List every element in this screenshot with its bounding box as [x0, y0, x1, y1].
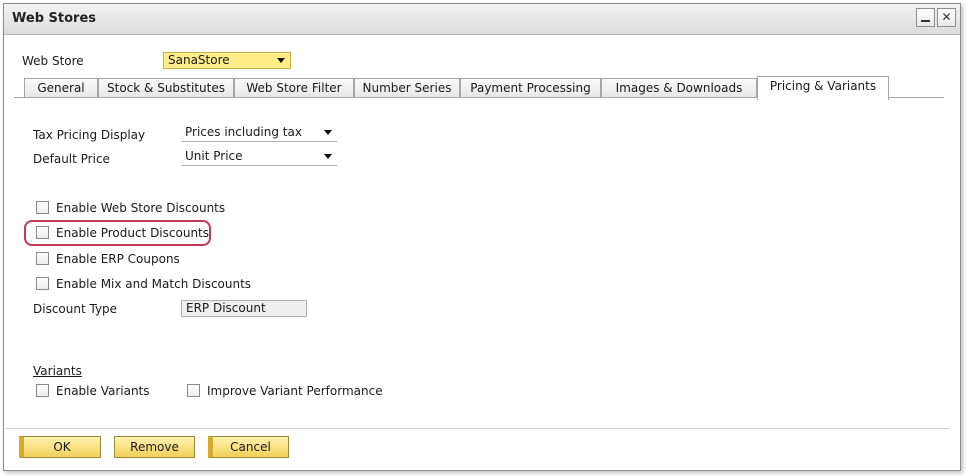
cancel-button[interactable]: Cancel — [208, 436, 289, 458]
close-icon: ✕ — [941, 10, 952, 24]
product-discounts-label: Enable Product Discounts — [56, 226, 209, 240]
tab-web-store-filter[interactable]: Web Store Filter — [234, 78, 354, 98]
tab-pricing-variants[interactable]: Pricing & Variants — [757, 76, 889, 100]
web-store-dropdown[interactable]: SanaStore — [163, 52, 291, 69]
tab-label: Web Store Filter — [246, 81, 342, 95]
variants-section-title: Variants — [33, 364, 82, 378]
tab-number-series[interactable]: Number Series — [354, 78, 460, 98]
minimize-button[interactable] — [916, 8, 935, 27]
improve-variant-performance-label: Improve Variant Performance — [207, 384, 383, 398]
product-discounts-checkbox[interactable] — [36, 226, 49, 239]
chevron-down-icon — [324, 130, 332, 135]
tab-label: Number Series — [362, 81, 452, 95]
erp-coupons-checkbox[interactable] — [36, 252, 49, 265]
web-store-discounts-checkbox[interactable] — [36, 201, 49, 214]
web-store-label: Web Store — [22, 54, 84, 68]
minimize-icon — [921, 20, 930, 22]
tab-label: Payment Processing — [470, 81, 591, 95]
remove-button[interactable]: Remove — [114, 436, 195, 458]
tab-general[interactable]: General — [24, 78, 98, 98]
window-title: Web Stores — [12, 11, 96, 26]
ok-button-label: OK — [53, 440, 71, 454]
footer-divider — [6, 428, 950, 429]
tab-label: Stock & Substitutes — [107, 81, 225, 95]
tab-label: General — [37, 81, 85, 95]
web-store-discounts-label: Enable Web Store Discounts — [56, 201, 226, 215]
discount-type-value: ERP Discount — [186, 301, 266, 315]
ok-button[interactable]: OK — [19, 436, 101, 458]
default-price-dropdown[interactable]: Unit Price — [181, 149, 337, 166]
remove-button-label: Remove — [130, 440, 179, 454]
improve-variant-performance-checkbox[interactable] — [187, 384, 200, 397]
tab-label: Pricing & Variants — [769, 79, 877, 93]
enable-variants-checkbox[interactable] — [36, 384, 49, 397]
cancel-button-label: Cancel — [230, 440, 271, 454]
tab-stock-substitutes[interactable]: Stock & Substitutes — [98, 78, 234, 98]
tax-pricing-label: Tax Pricing Display — [33, 128, 146, 142]
tab-label: Images & Downloads — [615, 81, 743, 95]
tab-images-downloads[interactable]: Images & Downloads — [601, 78, 757, 98]
default-price-label: Default Price — [33, 152, 110, 166]
discount-type-label: Discount Type — [33, 302, 118, 316]
erp-coupons-label: Enable ERP Coupons — [56, 252, 180, 266]
mix-match-checkbox[interactable] — [36, 277, 49, 290]
chevron-down-icon — [324, 154, 332, 159]
web-store-value: SanaStore — [168, 53, 230, 67]
title-bar[interactable]: Web Stores ✕ — [4, 4, 960, 35]
enable-variants-label: Enable Variants — [56, 384, 150, 398]
tab-payment-processing[interactable]: Payment Processing — [460, 78, 601, 98]
close-button[interactable]: ✕ — [937, 8, 956, 27]
mix-match-label: Enable Mix and Match Discounts — [56, 277, 252, 291]
tax-pricing-value: Prices including tax — [185, 125, 302, 139]
tax-pricing-dropdown[interactable]: Prices including tax — [181, 125, 337, 142]
default-price-value: Unit Price — [185, 149, 243, 163]
discount-type-field: ERP Discount — [181, 300, 307, 317]
chevron-down-icon — [277, 58, 285, 63]
